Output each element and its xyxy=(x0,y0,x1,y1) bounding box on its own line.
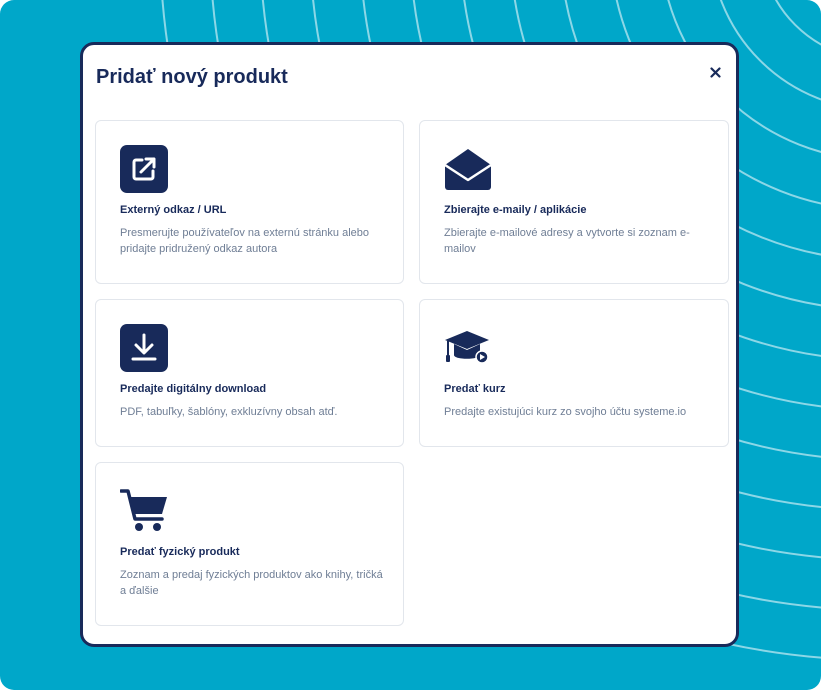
card-title: Predať kurz xyxy=(444,383,506,395)
card-description: PDF, tabuľky, šablóny, exkluzívny obsah … xyxy=(120,406,338,418)
external-link-icon xyxy=(120,145,168,193)
product-type-digital-download[interactable]: Predajte digitálny download PDF, tabuľky… xyxy=(95,299,404,447)
close-button[interactable] xyxy=(706,63,724,81)
card-description: Predajte existujúci kurz zo svojho účtu … xyxy=(444,406,687,418)
card-description: Presmerujte používateľov na externú strá… xyxy=(120,227,370,255)
product-type-collect-emails[interactable]: Zbierajte e-maily / aplikácie Zbierajte … xyxy=(419,120,729,284)
card-title: Externý odkaz / URL xyxy=(120,204,227,216)
modal-title: Pridať nový produkt xyxy=(96,66,288,88)
card-title: Predať fyzický produkt xyxy=(120,546,240,558)
card-description: Zbierajte e-mailové adresy a vytvorte si… xyxy=(444,227,690,255)
card-title: Predajte digitálny download xyxy=(120,383,267,395)
graduation-cap-icon xyxy=(444,324,492,372)
close-icon xyxy=(709,66,721,78)
shopping-cart-icon xyxy=(119,487,168,535)
download-icon xyxy=(120,324,168,372)
card-description: Zoznam a predaj fyzických produktov ako … xyxy=(120,569,383,597)
add-product-modal: Pridať nový produkt Externý odkaz / URL … xyxy=(80,42,739,647)
envelope-icon xyxy=(444,145,492,193)
product-type-physical[interactable]: Predať fyzický produkt Zoznam a predaj f… xyxy=(95,462,404,626)
product-type-external-link[interactable]: Externý odkaz / URL Presmerujte používat… xyxy=(95,120,404,284)
card-title: Zbierajte e-maily / aplikácie xyxy=(444,204,587,216)
product-type-course[interactable]: Predať kurz Predajte existujúci kurz zo … xyxy=(419,299,729,447)
